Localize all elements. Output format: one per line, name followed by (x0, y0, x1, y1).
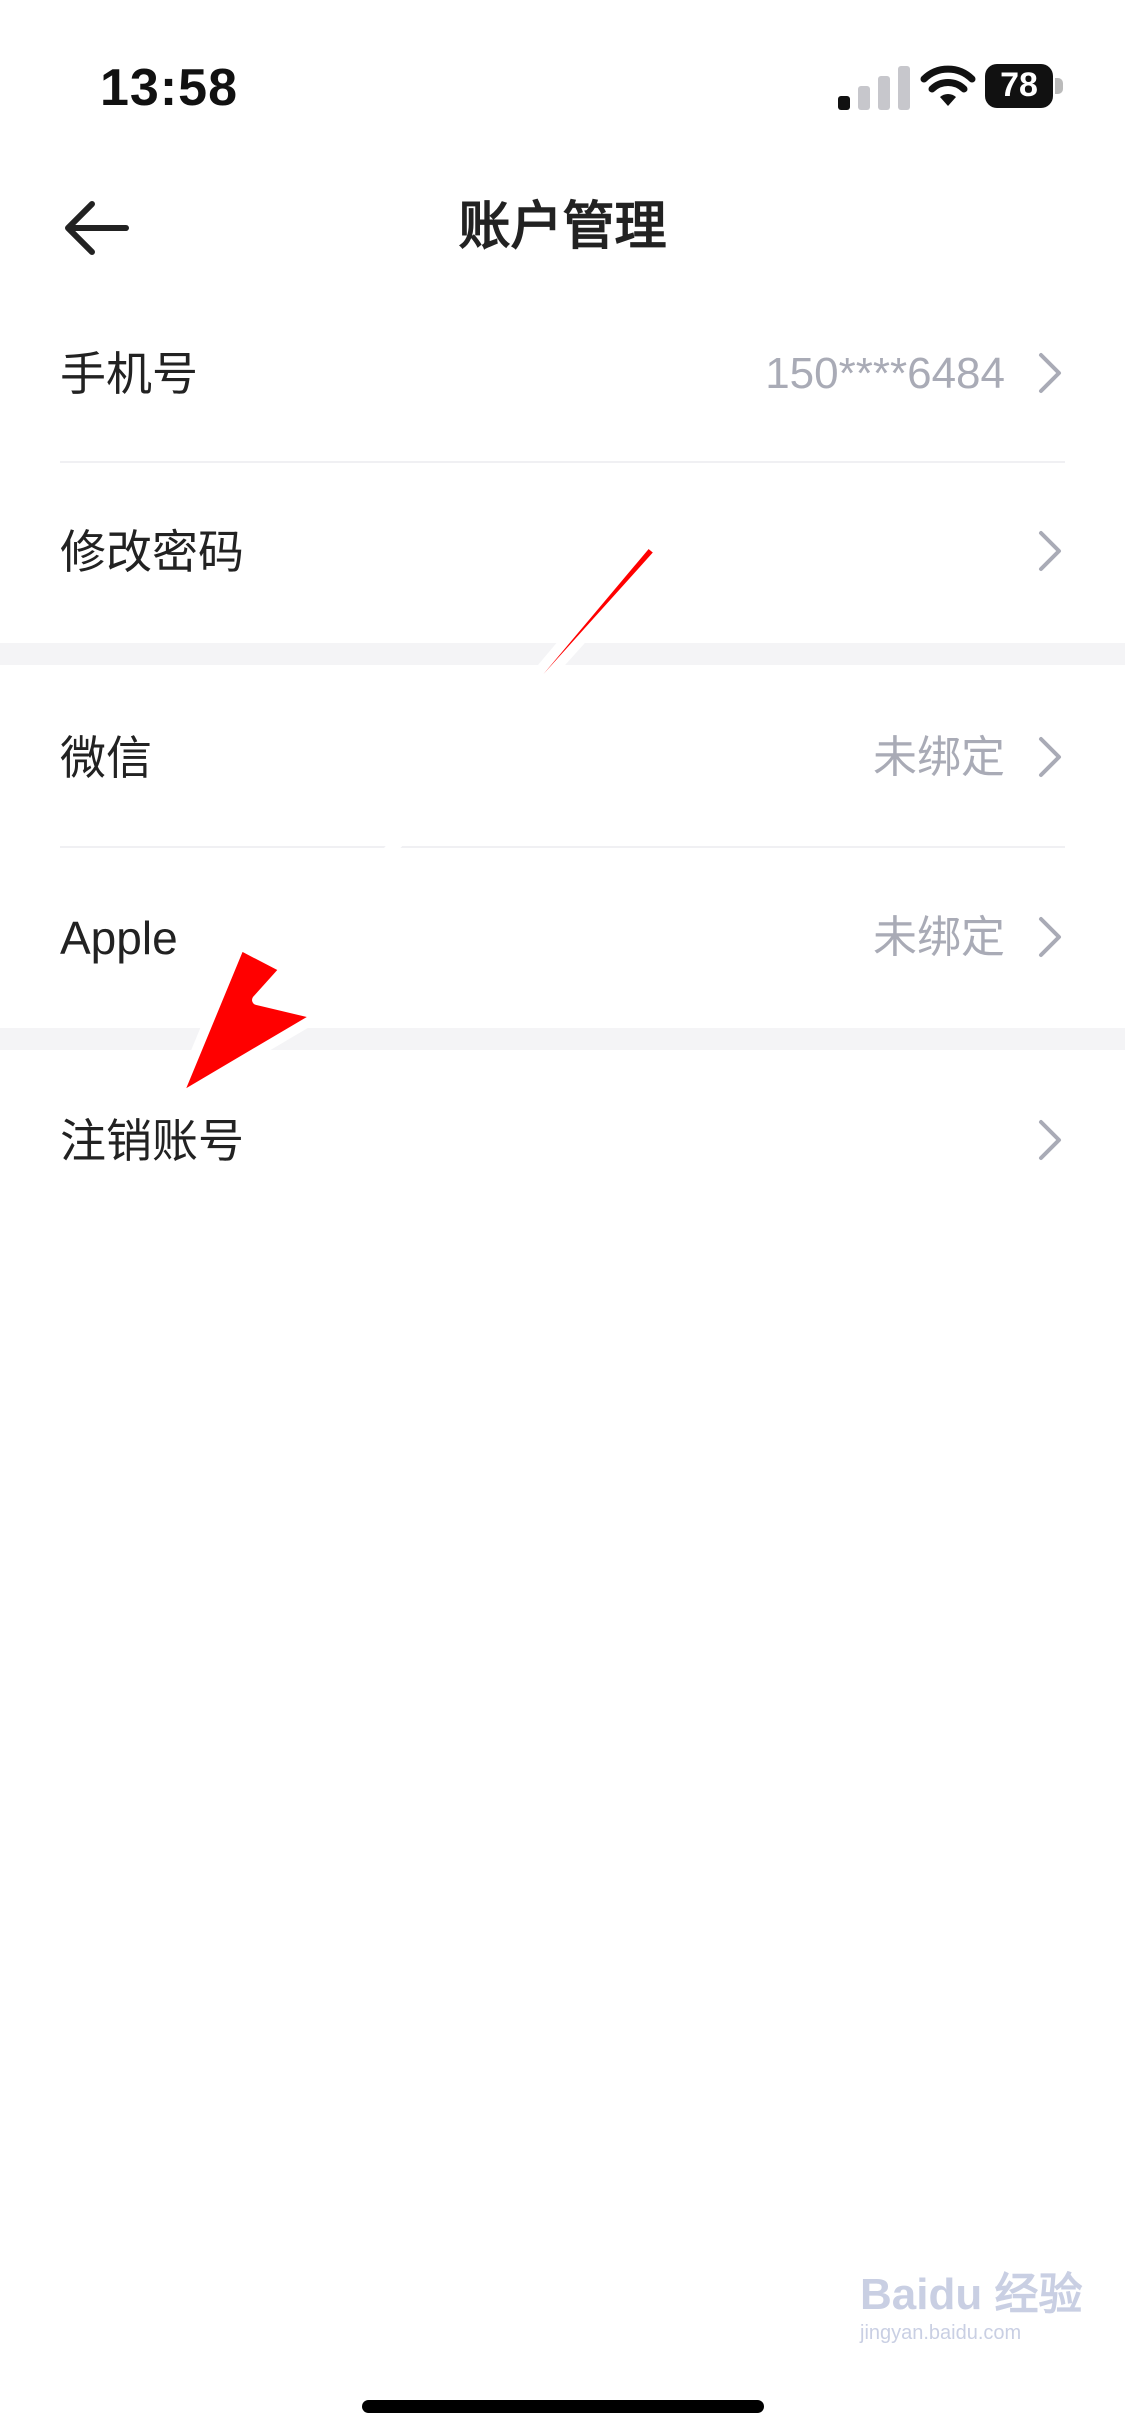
section-gap (0, 1028, 1125, 1050)
wechat-status: 未绑定 (873, 733, 1005, 782)
cellular-signal-icon (838, 66, 910, 110)
watermark-subtext: jingyan.baidu.com (860, 2322, 1022, 2344)
change-password-label: 修改密码 (60, 526, 244, 578)
battery-icon: 78 (985, 64, 1069, 110)
baidu-watermark: Baidu 经验 jingyan.baidu.com (860, 2258, 1090, 2344)
chevron-right-icon (1039, 531, 1061, 571)
wifi-icon (920, 65, 976, 106)
home-indicator (362, 2400, 764, 2413)
watermark-text: Baidu 经验 (860, 2270, 1083, 2319)
wechat-row[interactable]: 微信 未绑定 (0, 669, 1125, 847)
chevron-right-icon (1039, 917, 1061, 957)
apple-label: Apple (60, 912, 178, 964)
apple-status: 未绑定 (873, 913, 1005, 962)
phone-number-label: 手机号 (60, 348, 198, 400)
delete-account-row[interactable]: 注销账号 (0, 1052, 1125, 1230)
page-title: 账户管理 (458, 198, 667, 256)
phone-number-row[interactable]: 手机号 150****6484 (0, 285, 1125, 463)
divider (60, 846, 1065, 848)
change-password-row[interactable]: 修改密码 (0, 463, 1125, 641)
battery-level: 78 (1000, 66, 1038, 104)
status-bar: 13:58 78 (0, 0, 1125, 170)
chevron-right-icon (1039, 1120, 1061, 1160)
chevron-right-icon (1039, 353, 1061, 393)
phone-number-value: 150****6484 (765, 349, 1005, 398)
status-time: 13:58 (100, 59, 238, 117)
delete-account-label: 注销账号 (60, 1115, 244, 1167)
section-gap (0, 643, 1125, 665)
apple-row[interactable]: Apple 未绑定 (0, 849, 1125, 1027)
chevron-right-icon (1039, 737, 1061, 777)
wechat-label: 微信 (60, 732, 152, 784)
